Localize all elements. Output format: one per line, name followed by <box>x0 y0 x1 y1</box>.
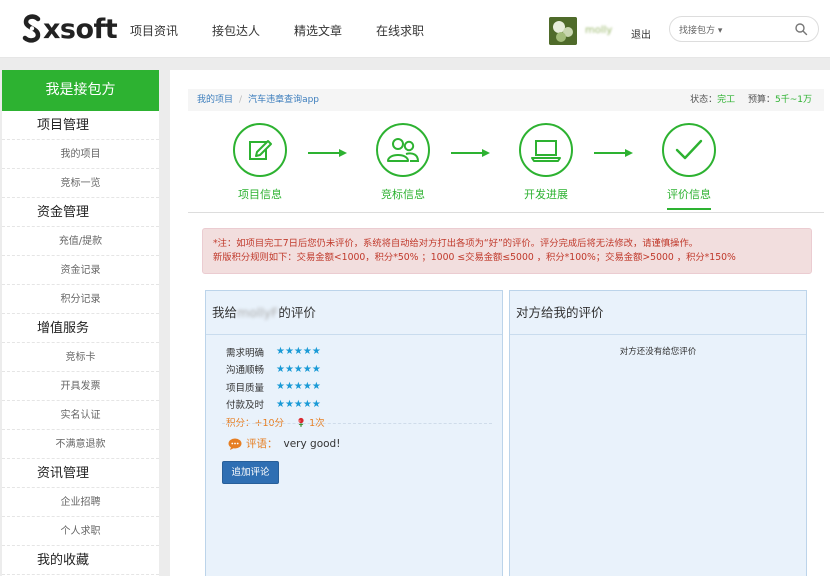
users-icon <box>387 138 420 162</box>
sidebar-item-job-seeking[interactable]: 个人求职 <box>2 517 159 546</box>
arrow-icon <box>594 149 633 157</box>
arrow-icon <box>451 149 490 157</box>
search-box: 找接包方 ▾ <box>669 16 819 42</box>
my-review-title: 我给mollyF的评价 <box>206 291 502 335</box>
sidebar-item-refund[interactable]: 不满意退款 <box>2 430 159 459</box>
sidebar-group-projects: 项目管理 <box>2 111 159 140</box>
step-label: 评价信息 <box>667 186 711 210</box>
search-type-select[interactable]: 找接包方 ▾ <box>679 23 722 36</box>
comment-bubble-icon <box>228 438 242 450</box>
rating-row: 项目质量 ★★★★★ <box>226 378 325 396</box>
rating-row: 沟通顺畅 ★★★★★ <box>226 361 325 379</box>
comment-row: 评语： very good! <box>228 436 340 451</box>
nav-projects[interactable]: 项目资讯 <box>130 22 178 39</box>
breadcrumb-my-projects[interactable]: 我的项目 <box>197 95 233 105</box>
main-content: 我的项目 / 汽车违章查询app 状态：完工 预算：5千~1万 项目信息 竞标信… <box>170 70 830 576</box>
site-logo[interactable]: xsoft <box>22 11 118 47</box>
review-notice: *注：如项目完工7日后您仍未评价，系统将自动给对方打出各项为“好”的评价。评分完… <box>202 228 812 274</box>
sidebar-group-favorites[interactable]: 我的收藏 <box>2 546 159 575</box>
budget-value: 5千~1万 <box>775 95 812 105</box>
star-rating: ★★★★★ <box>276 363 321 375</box>
title-prefix: 我给 <box>212 305 238 320</box>
star-rating: ★★★★★ <box>276 398 321 410</box>
step-review-info[interactable]: 评价信息 <box>639 123 739 210</box>
sidebar-group-info: 资讯管理 <box>2 459 159 488</box>
breadcrumb-project-name[interactable]: 汽车违章查询app <box>248 95 319 105</box>
reviewee-name: mollyF <box>237 305 279 320</box>
budget-label: 预算： <box>747 95 775 105</box>
check-icon <box>675 139 703 160</box>
sidebar-item-recruitment[interactable]: 企业招聘 <box>2 488 159 517</box>
step-circle <box>376 123 430 177</box>
comment-label: 评语： <box>246 438 278 450</box>
their-review-title: 对方给我的评价 <box>510 291 806 335</box>
sidebar-item-bid-card[interactable]: 竞标卡 <box>2 343 159 372</box>
step-development[interactable]: 开发进展 <box>496 123 596 202</box>
add-comment-button[interactable]: 追加评论 <box>222 461 279 484</box>
their-review-panel: 对方给我的评价 对方还没有给您评价 <box>509 290 807 576</box>
sidebar-item-verification[interactable]: 实名认证 <box>2 401 159 430</box>
flower-count: 1次 <box>309 418 325 429</box>
step-circle <box>662 123 716 177</box>
avatar[interactable] <box>549 17 577 45</box>
rating-name: 项目质量 <box>226 382 265 394</box>
sidebar-group-funds: 资金管理 <box>2 198 159 227</box>
step-circle <box>233 123 287 177</box>
step-bid-info[interactable]: 竞标信息 <box>353 123 453 202</box>
step-project-info[interactable]: 项目信息 <box>210 123 310 202</box>
breadcrumb-separator: / <box>239 95 243 105</box>
sidebar-item-invoice[interactable]: 开具发票 <box>2 372 159 401</box>
step-label: 竞标信息 <box>381 188 425 201</box>
status-value: 完工 <box>717 95 736 105</box>
sidebar-item-points-records[interactable]: 积分记录 <box>2 285 159 314</box>
rating-row: 需求明确 ★★★★★ <box>226 343 325 361</box>
laptop-icon <box>531 140 561 162</box>
star-rating: ★★★★★ <box>276 346 321 358</box>
rating-name: 需求明确 <box>226 347 265 359</box>
breadcrumb: 我的项目 / 汽车违章查询app 状态：完工 预算：5千~1万 <box>188 89 824 111</box>
status-label: 状态： <box>690 95 718 105</box>
nav-freelancers[interactable]: 接包达人 <box>212 22 260 39</box>
rating-name: 沟通顺畅 <box>226 365 265 377</box>
rating-row: 付款及时 ★★★★★ <box>226 396 325 414</box>
avatar-image <box>549 17 577 45</box>
username[interactable]: molly <box>585 25 612 36</box>
logo-text: xsoft <box>43 13 118 45</box>
score-label: 积分：+10分 <box>226 418 285 429</box>
flower-icon <box>298 417 304 427</box>
logout-link[interactable]: 退出 <box>631 26 651 41</box>
my-review-panel: 我给mollyF的评价 需求明确 ★★★★★ 沟通顺畅 ★★★★★ 项目质量 ★… <box>205 290 503 576</box>
search-icon[interactable] <box>794 22 808 36</box>
sidebar-item-bids[interactable]: 竞标一览 <box>2 169 159 198</box>
sidebar-group-services: 增值服务 <box>2 314 159 343</box>
progress-steps: 项目信息 竞标信息 开发进展 评价信息 <box>188 123 824 213</box>
notice-line-2: 新版积分规则如下：交易金额<1000，积分*50% ；1000 ≤交易金额≤50… <box>213 252 736 263</box>
main-nav: 项目资讯 接包达人 精选文章 在线求职 <box>130 22 424 39</box>
nav-articles[interactable]: 精选文章 <box>294 22 342 39</box>
sidebar-title: 我是接包方 <box>2 70 159 111</box>
arrow-icon <box>308 149 347 157</box>
top-header: xsoft 项目资讯 接包达人 精选文章 在线求职 molly 退出 找接包方 … <box>0 0 830 58</box>
sidebar: 我是接包方 项目管理 我的项目 竞标一览 资金管理 充值/提款 资金记录 积分记… <box>2 70 159 576</box>
sidebar-item-fund-records[interactable]: 资金记录 <box>2 256 159 285</box>
title-suffix: 的评价 <box>278 305 316 320</box>
comment-text: very good! <box>283 437 341 450</box>
divider <box>222 423 492 424</box>
star-rating: ★★★★★ <box>276 381 321 393</box>
search-input[interactable] <box>730 20 790 38</box>
rating-name: 付款及时 <box>226 400 265 412</box>
empty-review-text: 对方还没有给您评价 <box>619 347 697 357</box>
sidebar-item-recharge[interactable]: 充值/提款 <box>2 227 159 256</box>
notice-line-1: *注：如项目完工7日后您仍未评价，系统将自动给对方打出各项为“好”的评价。评分完… <box>213 238 699 249</box>
step-circle <box>519 123 573 177</box>
sidebar-item-my-projects[interactable]: 我的项目 <box>2 140 159 169</box>
logo-s-icon <box>22 14 41 43</box>
project-meta: 状态：完工 预算：5千~1万 <box>690 89 812 111</box>
nav-jobs[interactable]: 在线求职 <box>376 22 424 39</box>
score-row: 积分：+10分 1次 <box>226 415 325 429</box>
rating-list: 需求明确 ★★★★★ 沟通顺畅 ★★★★★ 项目质量 ★★★★★ 付款及时 ★★… <box>226 343 325 429</box>
step-label: 项目信息 <box>238 188 282 201</box>
edit-icon <box>249 140 272 160</box>
step-label: 开发进展 <box>524 188 568 201</box>
